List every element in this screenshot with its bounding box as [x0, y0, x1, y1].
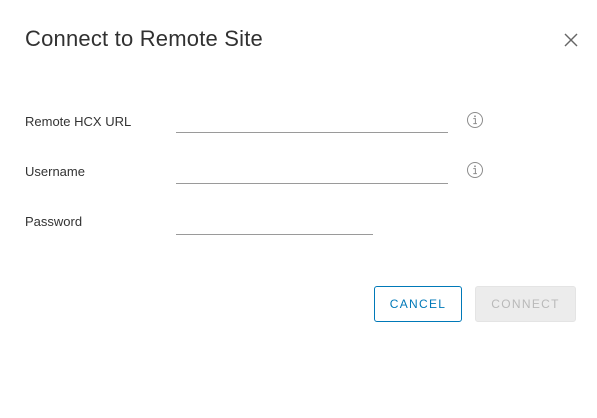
close-button[interactable] [560, 29, 582, 51]
username-info-button[interactable] [466, 161, 484, 179]
connect-remote-site-dialog: Connect to Remote Site Remote HCX URL Us… [0, 0, 597, 418]
dialog-title: Connect to Remote Site [25, 26, 263, 51]
username-label: Username [25, 164, 85, 179]
password-input[interactable] [176, 210, 373, 235]
connect-button[interactable]: CONNECT [475, 286, 576, 322]
close-icon [564, 33, 578, 47]
info-icon [467, 162, 483, 178]
remote-url-label: Remote HCX URL [25, 114, 132, 129]
remote-url-row: Remote HCX URL [0, 106, 597, 136]
info-icon [467, 112, 483, 128]
username-row: Username [0, 156, 597, 186]
cancel-button[interactable]: CANCEL [374, 286, 462, 322]
remote-url-info-button[interactable] [466, 111, 484, 129]
username-input[interactable] [176, 159, 448, 184]
password-row: Password [0, 207, 597, 237]
remote-url-input[interactable] [176, 108, 448, 133]
password-label: Password [25, 214, 83, 229]
